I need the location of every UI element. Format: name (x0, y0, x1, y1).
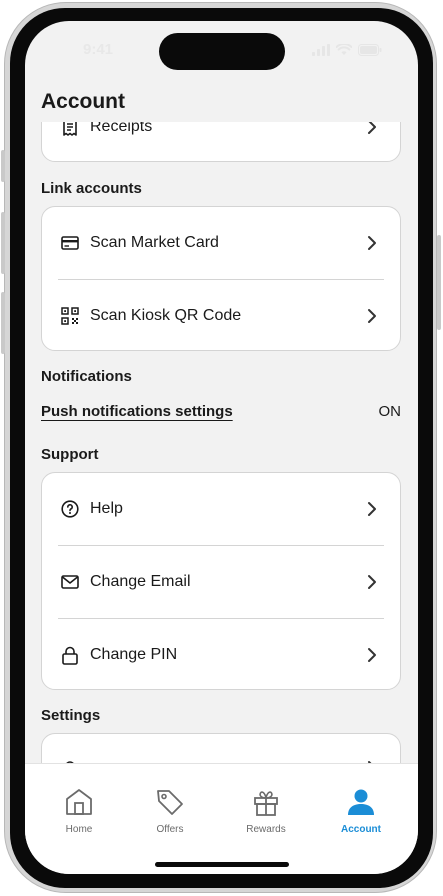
link-accounts-title: Link accounts (41, 180, 142, 197)
signal-icon (312, 44, 330, 56)
notifications-title: Notifications (41, 368, 132, 385)
scan-market-card-row[interactable]: Scan Market Card (42, 207, 400, 279)
qr-code-icon (60, 306, 80, 326)
change-pin-label: Change PIN (90, 646, 178, 663)
home-indicator[interactable] (155, 862, 289, 867)
status-icons (312, 44, 382, 56)
push-notifications-state: ON (378, 403, 402, 420)
action-button (1, 150, 5, 182)
link-accounts-card: Scan Market Card Scan Kiosk QR Code (41, 206, 401, 351)
receipt-icon (60, 122, 80, 137)
push-notifications-settings-link[interactable]: Push notifications settings (41, 403, 233, 420)
tab-offers-label: Offers (156, 824, 184, 835)
tab-home-label: Home (65, 824, 93, 835)
settings-title: Settings (41, 707, 101, 724)
scan-kiosk-qr-row[interactable]: Scan Kiosk QR Code (42, 280, 400, 352)
tab-bar: Home Offers Rewards Account (25, 763, 418, 874)
scan-kiosk-qr-label: Scan Kiosk QR Code (90, 307, 242, 324)
volume-up-button (1, 212, 5, 274)
lock-icon (60, 645, 80, 665)
power-button (437, 235, 441, 330)
tab-account[interactable]: Account (321, 786, 401, 846)
wifi-icon (336, 44, 352, 55)
chevron-right-icon (368, 236, 376, 250)
tab-rewards-label: Rewards (246, 824, 286, 835)
chevron-right-icon (368, 575, 376, 589)
help-row[interactable]: Help (42, 473, 400, 545)
tab-offers[interactable]: Offers (130, 786, 210, 846)
settings-row[interactable] (42, 734, 400, 763)
card-icon (60, 233, 80, 253)
envelope-icon (60, 572, 80, 592)
tab-home[interactable]: Home (39, 786, 119, 846)
receipts-row[interactable]: Receipts (42, 122, 400, 163)
help-label: Help (90, 500, 123, 517)
change-email-label: Change Email (90, 573, 191, 590)
tag-icon (157, 790, 183, 815)
gift-icon (254, 791, 278, 816)
status-bar: 9:41 (25, 21, 418, 81)
battery-icon (358, 44, 382, 56)
support-title: Support (41, 446, 99, 463)
receipts-card: Receipts (41, 122, 401, 162)
home-icon (66, 789, 92, 815)
person-icon (348, 789, 374, 815)
page-title: Account (41, 90, 125, 113)
chevron-right-icon (368, 648, 376, 662)
support-card: Help Change Email Change PIN (41, 472, 401, 690)
chevron-right-icon (368, 309, 376, 323)
account-scroll-area[interactable]: Receipts Link accounts Scan Market Card … (25, 122, 418, 763)
change-pin-row[interactable]: Change PIN (42, 619, 400, 691)
screen: 9:41 Account Receipts Link accounts Scan… (25, 21, 418, 874)
volume-down-button (1, 292, 5, 354)
chevron-right-icon (368, 502, 376, 516)
help-icon (60, 499, 80, 519)
chevron-right-icon (368, 122, 376, 134)
change-email-row[interactable]: Change Email (42, 546, 400, 618)
dynamic-island (159, 33, 285, 70)
tab-rewards[interactable]: Rewards (226, 786, 306, 846)
receipts-label: Receipts (90, 122, 153, 135)
settings-card (41, 733, 401, 763)
status-time: 9:41 (83, 41, 114, 58)
tab-account-label: Account (341, 824, 381, 835)
scan-market-card-label: Scan Market Card (90, 234, 219, 251)
